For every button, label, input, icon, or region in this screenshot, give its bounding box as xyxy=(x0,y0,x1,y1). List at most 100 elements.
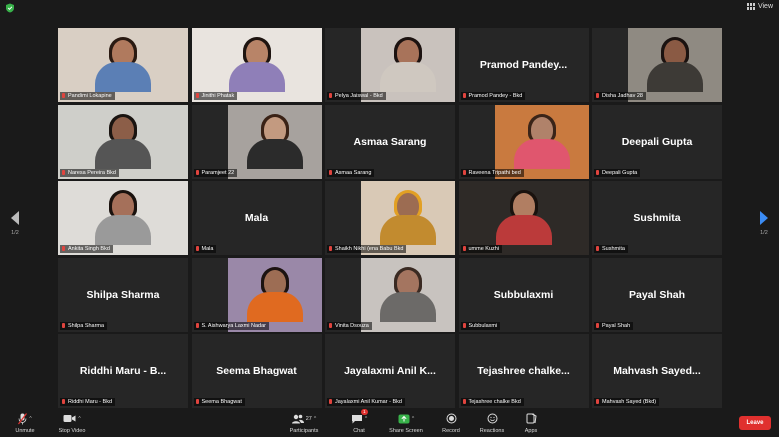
top-bar: View xyxy=(0,0,779,16)
participant-silhouette xyxy=(380,266,436,322)
chat-caret-icon[interactable]: ^ xyxy=(365,416,367,422)
apps-icon xyxy=(526,413,537,424)
participant-name-label: Naresa Pereira Bkd xyxy=(60,168,119,177)
participant-video xyxy=(58,104,188,179)
participant-name-label: Asmaa Sarang xyxy=(327,168,375,177)
participant-tile[interactable]: Riddhi Maru - B... Riddhi Maru - Bkd xyxy=(58,334,188,408)
record-button[interactable]: Record xyxy=(438,412,464,434)
audio-options-caret-icon[interactable]: ^ xyxy=(29,416,31,422)
participant-name-label: Shilpa Sharma xyxy=(60,321,108,330)
participant-display-name: Seema Bhagwat xyxy=(216,365,297,377)
participant-display-name: Riddhi Maru - B... xyxy=(79,365,167,377)
video-options-caret-icon[interactable]: ^ xyxy=(78,416,80,422)
chat-bubble-icon xyxy=(351,414,362,423)
view-button[interactable]: View xyxy=(746,3,773,10)
participant-tile[interactable]: Jinithi Phatak xyxy=(191,28,322,102)
participant-tile[interactable]: umme Kuzhi xyxy=(458,181,589,255)
muted-microphone-icon xyxy=(18,412,28,424)
participant-name-label: Paramjeet 22 xyxy=(193,168,238,177)
record-icon xyxy=(446,413,456,424)
participants-count: 27 xyxy=(305,415,312,422)
participant-tile[interactable]: Raveena Tripathi bed xyxy=(458,104,589,179)
participant-name-label: Subbulaxmi xyxy=(460,321,501,330)
participant-display-name: Pramod Pandey... xyxy=(479,59,568,71)
participant-display-name: Payal Shah xyxy=(628,288,686,301)
participant-tile[interactable]: Jayalaxmi Anil K... Jayalaxmi Anil Kumar … xyxy=(325,334,455,408)
participant-tile[interactable]: Naresa Pereira Bkd xyxy=(58,104,188,179)
participant-name-label: Seema Bhagwat xyxy=(193,398,245,406)
participant-gallery: Pandimi Lokapine Jinithi Phatak Pelya Jais… xyxy=(58,28,722,408)
participant-tile[interactable]: Payal Shah Payal Shah xyxy=(592,257,722,332)
participant-tile[interactable]: Pramod Pandey... Pramod Pandey - Bkd xyxy=(458,28,589,102)
arrow-right-icon xyxy=(760,211,768,225)
participant-silhouette xyxy=(95,37,151,92)
participant-video xyxy=(458,181,589,255)
participant-tile[interactable]: Paramjeet 22 xyxy=(191,104,322,179)
participant-name-label: Shaikh Nikhi (ena Babu Bkd xyxy=(327,245,407,253)
participant-name-label: Tejashree chalke Bkd xyxy=(460,398,524,406)
unmute-button[interactable]: ^ Unmute xyxy=(8,412,42,434)
participant-display-name: Jayalaxmi Anil K... xyxy=(344,365,436,377)
share-screen-label: Share Screen xyxy=(389,428,423,434)
reactions-button[interactable]: Reactions xyxy=(476,412,508,434)
participant-tile[interactable]: Deepali Gupta Deepali Gupta xyxy=(592,104,722,179)
participants-caret-icon[interactable]: ^ xyxy=(314,416,316,422)
participant-silhouette xyxy=(95,113,151,169)
chat-unread-badge: 1 xyxy=(361,409,368,415)
stop-video-label: Stop Video xyxy=(58,428,86,434)
share-screen-button[interactable]: ^ Share Screen xyxy=(386,412,426,434)
participant-tile[interactable]: Asmaa Sarang Asmaa Sarang xyxy=(325,104,455,179)
share-screen-icon xyxy=(398,414,410,423)
share-screen-caret-icon[interactable]: ^ xyxy=(412,416,414,422)
leave-button[interactable]: Leave xyxy=(739,416,771,430)
participant-tile[interactable]: Shaikh Nikhi (ena Babu Bkd xyxy=(325,181,455,255)
participant-video xyxy=(361,28,455,102)
participant-tile[interactable]: Mahvash Sayed... Mahvash Sayed (Bkd) xyxy=(592,334,722,408)
participant-tile[interactable]: Shilpa Sharma Shilpa Sharma xyxy=(58,257,188,332)
chat-button[interactable]: 1 ^ Chat xyxy=(346,409,372,434)
apps-button[interactable]: Apps xyxy=(518,412,544,434)
chat-label: Chat xyxy=(353,428,365,434)
participant-tile[interactable]: Ankita Singh Bkd xyxy=(58,181,188,255)
participant-video xyxy=(361,181,455,255)
participant-tile[interactable]: Mala Mala xyxy=(191,181,322,255)
participant-tile[interactable]: Disha Jadhav 28 xyxy=(592,28,722,102)
next-page-button[interactable]: 1/2 xyxy=(757,211,771,236)
security-shield-icon[interactable] xyxy=(5,3,15,13)
participant-video xyxy=(361,257,455,332)
stop-video-button[interactable]: ^ Stop Video xyxy=(52,412,92,434)
participant-silhouette xyxy=(647,37,703,92)
participant-tile[interactable]: Sushmita Sushmita xyxy=(592,181,722,255)
page-count-right: 1/2 xyxy=(760,230,768,236)
participant-tile[interactable]: Pelya Jaiswal - Bkd xyxy=(325,28,455,102)
grid-view-icon xyxy=(746,3,755,10)
participant-video xyxy=(58,181,188,255)
participant-name-label: Pramod Pandey - Bkd xyxy=(460,92,526,100)
arrow-left-icon xyxy=(11,211,19,225)
participant-silhouette xyxy=(513,113,570,169)
participants-button[interactable]: 27 ^ Participants xyxy=(284,412,324,434)
participant-tile[interactable]: Seema Bhagwat Seema Bhagwat xyxy=(191,334,322,408)
participant-name-label: Vinita Dsouza xyxy=(327,321,372,330)
participant-tile[interactable]: Pandimi Lokapine xyxy=(58,28,188,102)
participant-tile[interactable]: S. Aishwarya Laxmi Nadar xyxy=(191,257,322,332)
participant-video xyxy=(227,257,322,332)
participant-silhouette xyxy=(246,113,303,169)
participant-silhouette xyxy=(246,266,303,322)
participant-name-label: Pelya Jaiswal - Bkd xyxy=(327,92,386,100)
participant-video xyxy=(58,28,188,102)
participant-name-label: Mahvash Sayed (Bkd) xyxy=(594,398,660,406)
unmute-label: Unmute xyxy=(15,428,35,434)
participant-tile[interactable]: Subbulaxmi Subbulaxmi xyxy=(458,257,589,332)
participant-display-name: Deepali Gupta xyxy=(621,135,693,148)
participant-name-label: Ankita Singh Bkd xyxy=(60,245,113,253)
participants-label: Participants xyxy=(289,428,319,434)
participant-display-name: Shilpa Sharma xyxy=(86,288,160,301)
participant-display-name: Tejashree chalke... xyxy=(477,365,570,377)
previous-page-button[interactable]: 1/2 xyxy=(8,211,22,236)
participant-display-name: Mala xyxy=(244,212,269,224)
participant-tile[interactable]: Tejashree chalke... Tejashree chalke Bkd xyxy=(458,334,589,408)
participant-name-label: Mala xyxy=(193,245,217,253)
participant-tile[interactable]: Vinita Dsouza xyxy=(325,257,455,332)
participant-name-label: Deepali Gupta xyxy=(594,168,641,177)
